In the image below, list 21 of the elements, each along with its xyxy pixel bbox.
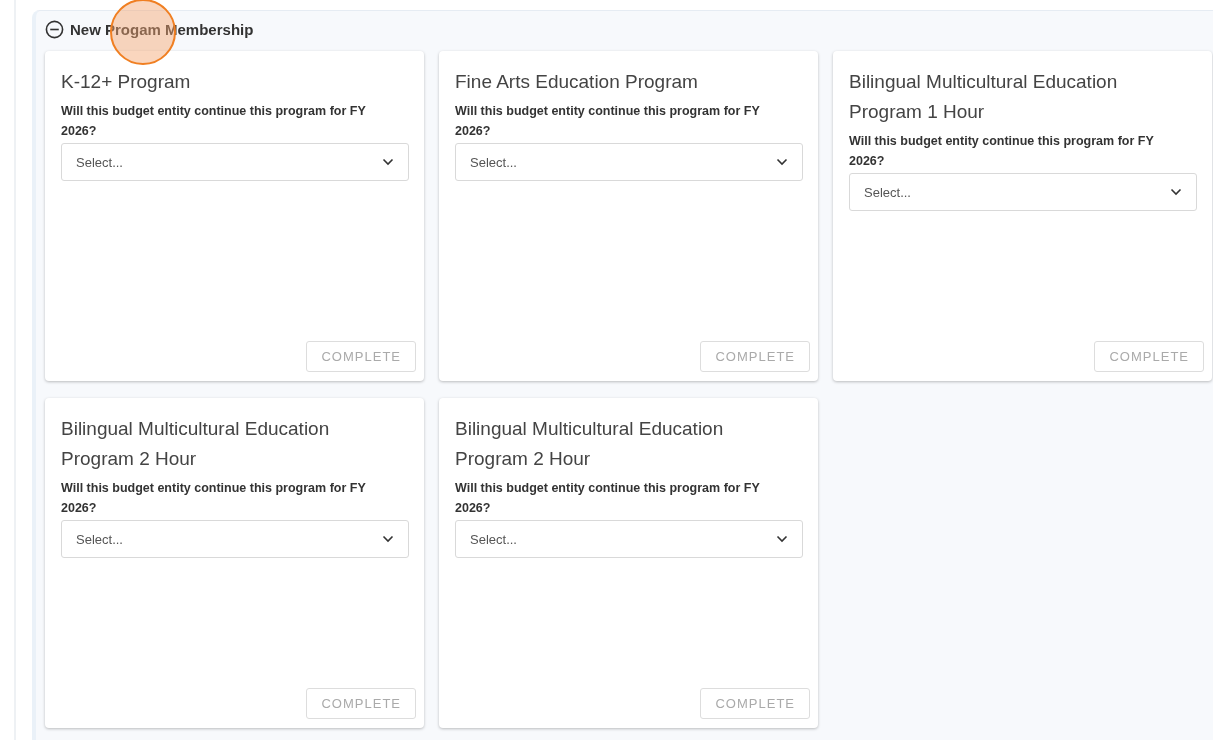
- program-title: Fine Arts Education Program: [455, 70, 699, 94]
- select-dropdown[interactable]: Select...: [61, 520, 409, 558]
- program-title: Bilingual Multicultural Education Program 1 Hour: [849, 70, 1119, 124]
- chevron-down-icon: [382, 158, 394, 166]
- chevron-down-icon: [382, 535, 394, 543]
- question-label: Will this budget entity continue this program for FY 2026?: [455, 103, 761, 140]
- select-dropdown[interactable]: Select...: [455, 520, 803, 558]
- program-title: K-12+ Program: [61, 70, 192, 94]
- program-title: Bilingual Multicultural Education Program 2 Hour: [61, 417, 331, 471]
- select-dropdown[interactable]: Select...: [849, 173, 1197, 211]
- chevron-down-icon: [776, 158, 788, 166]
- chevron-down-icon: [1170, 188, 1182, 196]
- collapse-icon[interactable]: [45, 19, 64, 39]
- question-label: Will this budget entity continue this program for FY 2026?: [61, 103, 367, 140]
- question-label: Will this budget entity continue this program for FY 2026?: [849, 133, 1155, 170]
- select-dropdown[interactable]: Select...: [61, 143, 409, 181]
- question-label: Will this budget entity continue this program for FY 2026?: [455, 480, 761, 517]
- chevron-down-icon: [776, 535, 788, 543]
- question-label: Will this budget entity continue this program for FY 2026?: [61, 480, 367, 517]
- program-title: Bilingual Multicultural Education Program 2 Hour: [455, 417, 725, 471]
- select-dropdown[interactable]: Select...: [455, 143, 803, 181]
